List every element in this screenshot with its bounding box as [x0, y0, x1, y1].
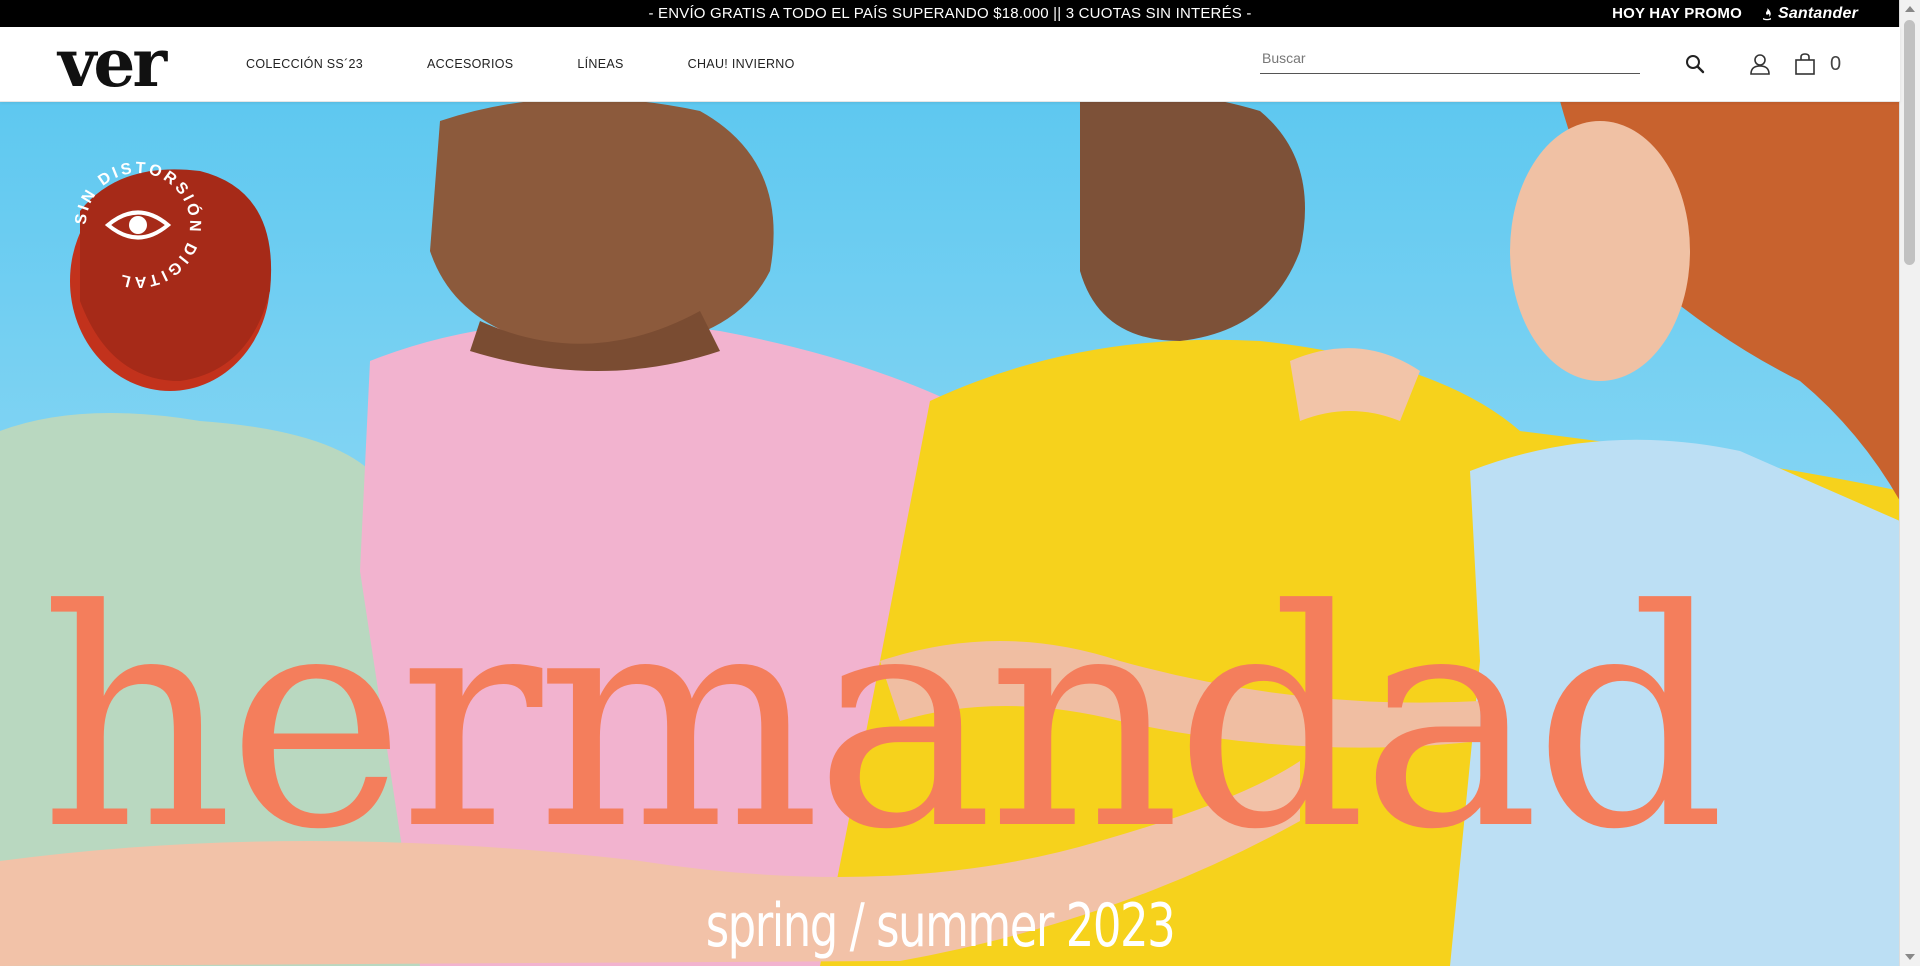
account-button[interactable] [1747, 51, 1773, 77]
search-input[interactable] [1260, 47, 1644, 69]
sin-distorsion-badge: SIN DISTORSIÓN DIGITAL [68, 155, 208, 295]
search-button[interactable] [1682, 51, 1708, 77]
cart-count: 0 [1830, 53, 1842, 75]
promo-label[interactable]: HOY HAY PROMO [1612, 5, 1742, 22]
promo-message: - ENVÍO GRATIS A TODO EL PAÍS SUPERANDO … [648, 5, 1252, 22]
bag-icon [1795, 53, 1815, 75]
flame-icon [1762, 7, 1771, 20]
page-scrollbar[interactable] [1899, 0, 1920, 966]
user-icon [1750, 54, 1770, 75]
nav-item-coleccion[interactable]: COLECCIÓN SS´23 [246, 57, 363, 71]
search-icon [1686, 55, 1705, 74]
hero-banner[interactable]: SIN DISTORSIÓN DIGITAL hermandad spring … [0, 101, 1900, 966]
nav-item-chau-invierno[interactable]: CHAU! INVIERNO [688, 57, 795, 71]
search-field [1260, 47, 1644, 74]
santander-logo: Santander [1760, 5, 1858, 23]
hero-title: hermandad [40, 546, 1726, 895]
scroll-up-icon[interactable] [1905, 6, 1915, 12]
site-header: ver COLECCIÓN SS´23 ACCESORIOS LÍNEAS CH… [0, 27, 1900, 102]
hero-subtitle: spring / summer 2023 [705, 891, 1176, 961]
scroll-thumb[interactable] [1904, 20, 1915, 265]
scroll-down-icon[interactable] [1905, 954, 1915, 960]
nav-item-accesorios[interactable]: ACCESORIOS [427, 57, 513, 71]
main-nav: COLECCIÓN SS´23 ACCESORIOS LÍNEAS CHAU! … [246, 27, 859, 101]
nav-item-lineas[interactable]: LÍNEAS [577, 57, 623, 71]
santander-label: Santander [1777, 4, 1858, 22]
brand-logo[interactable]: ver [58, 30, 167, 96]
cart-button[interactable] [1792, 51, 1818, 77]
promo-right[interactable]: HOY HAY PROMO Santander [1612, 0, 1858, 27]
promo-bar: - ENVÍO GRATIS A TODO EL PAÍS SUPERANDO … [0, 0, 1900, 27]
eye-icon: SIN DISTORSIÓN DIGITAL [73, 160, 202, 290]
